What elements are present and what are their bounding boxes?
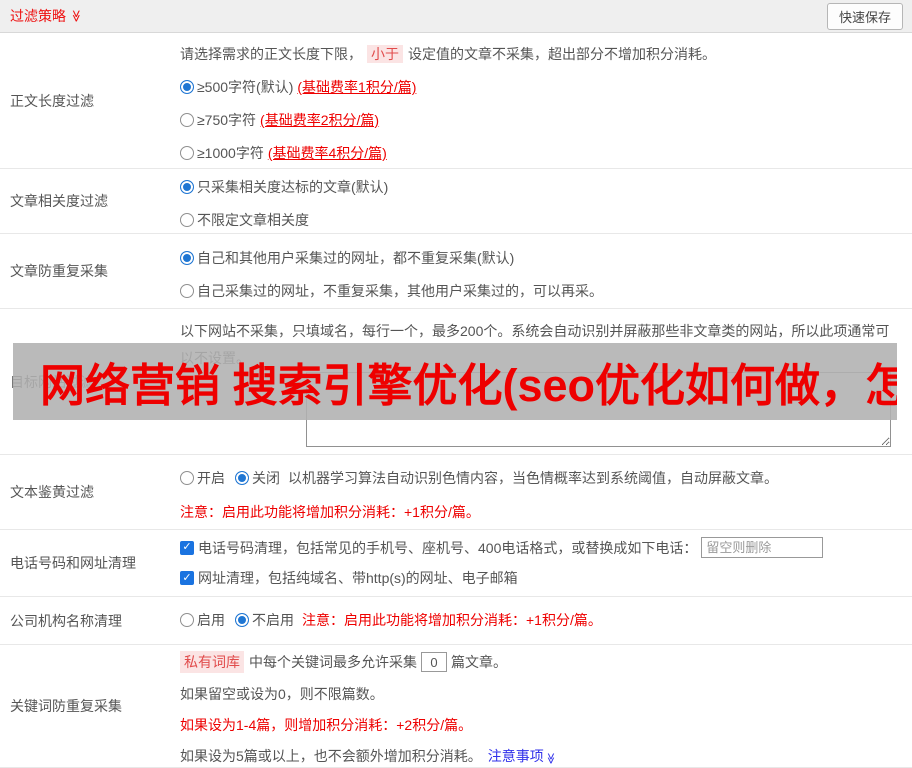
checkbox-phone-clean[interactable]: 电话号码清理，包括常见的手机号、座机号、400电话格式，或替换成如下电话： [180, 537, 902, 558]
radio-checked-icon[interactable] [180, 80, 194, 94]
row-keyword-dedup: 关键词防重复采集 私有词库 中每个关键词最多允许采集 篇文章。 如果留空或设为0… [0, 645, 912, 768]
radio-label: 关闭 [252, 470, 280, 486]
radio-unchecked-icon[interactable] [180, 284, 194, 298]
radio-checked-icon[interactable] [180, 251, 194, 265]
radio-checked-icon[interactable] [180, 180, 194, 194]
limit-text-before: 中每个关键词最多允许采集 [249, 654, 417, 670]
radio-label: 自己和其他用户采集过的网址，都不重复采集(默认) [197, 250, 515, 266]
row-porn-filter: 文本鉴黄过滤 开启 关闭 以机器学习算法自动识别色情内容，当色情概率达到系统阈值… [0, 455, 912, 530]
keyword-note-five: 如果设为5篇或以上，也不会额外增加积分消耗。 注意事项≫ [180, 746, 902, 766]
radio-option-porn-off[interactable]: 关闭 [235, 468, 280, 488]
radio-option-750[interactable]: ≥750字符 (基础费率2积分/篇) [180, 110, 902, 130]
radio-label: 只采集相关度达标的文章(默认) [197, 179, 389, 195]
row-relevance-filter: 文章相关度过滤 只采集相关度达标的文章(默认) 不限定文章相关度 [0, 169, 912, 234]
filter-strategy-page: 过滤策略 ≫ 快速保存 正文长度过滤 请选择需求的正文长度下限， 小于 设定值的文章… [0, 0, 912, 768]
keyword-note-zero: 如果留空或设为0，则不限篇数。 [180, 686, 384, 702]
radio-option-company-enable[interactable]: 启用 [180, 610, 225, 630]
limit-text-after: 篇文章。 [451, 654, 507, 670]
row-label: 文章相关度过滤 [10, 193, 108, 209]
row-label: 文本鉴黄过滤 [10, 484, 94, 500]
company-clean-options: 启用 不启用 注意：启用此功能将增加积分消耗：+1积分/篇。 [180, 610, 902, 630]
radio-unchecked-icon[interactable] [180, 213, 194, 227]
row-body-length-filter: 正文长度过滤 请选择需求的正文长度下限， 小于 设定值的文章不采集，超出部分不增加积… [0, 33, 912, 169]
private-lexicon-highlight: 私有词库 [180, 651, 244, 673]
rate-note: (基础费率1积分/篇) [297, 79, 417, 95]
radio-label: ≥1000字符 [197, 145, 264, 161]
radio-option-dedup-all[interactable]: 自己和其他用户采集过的网址，都不重复采集(默认) [180, 248, 902, 268]
intro-text-before: 请选择需求的正文长度下限， [180, 46, 362, 62]
row-label: 文章防重复采集 [10, 263, 108, 279]
radio-option-1000[interactable]: ≥1000字符 (基础费率4积分/篇) [180, 143, 902, 163]
chevron-double-down-icon: ≫ [544, 752, 557, 765]
porn-filter-description: 以机器学习算法自动识别色情内容，当色情概率达到系统阈值，自动屏蔽文章。 [288, 470, 778, 486]
notice-link[interactable]: 注意事项≫ [488, 748, 556, 764]
section-title-toggle[interactable]: 过滤策略 ≫ [10, 6, 83, 26]
row-company-clean: 公司机构名称清理 启用 不启用 注意：启用此功能将增加积分消耗：+1积分/篇。 [0, 597, 912, 645]
radio-label: 自己采集过的网址，不重复采集，其他用户采集过的，可以再采。 [197, 283, 603, 299]
radio-option-relevance-strict[interactable]: 只采集相关度达标的文章(默认) [180, 177, 902, 197]
radio-checked-icon[interactable] [235, 471, 249, 485]
watermark-overlay: 网络营销 搜索引擎优化(seo优化如何做，怎 [13, 343, 897, 420]
row-label: 公司机构名称清理 [10, 612, 122, 629]
rate-note: (基础费率4积分/篇) [267, 145, 387, 161]
radio-label: 启用 [197, 612, 225, 628]
radio-unchecked-icon[interactable] [180, 113, 194, 127]
row-phone-url-clean: 电话号码和网址清理 电话号码清理，包括常见的手机号、座机号、400电话格式，或替… [0, 530, 912, 597]
radio-option-porn-on[interactable]: 开启 [180, 468, 225, 488]
note-text: 如果设为5篇或以上，也不会额外增加积分消耗。 [180, 748, 482, 764]
radio-option-company-disable[interactable]: 不启用 [235, 610, 294, 630]
rate-note: (基础费率2积分/篇) [260, 112, 380, 128]
radio-label: ≥750字符 [197, 112, 257, 128]
radio-option-relevance-any[interactable]: 不限定文章相关度 [180, 210, 902, 230]
row-dedup-collect: 文章防重复采集 自己和其他用户采集过的网址，都不重复采集(默认) 自己采集过的网… [0, 234, 912, 309]
porn-filter-warning: 注意：启用此功能将增加积分消耗：+1积分/篇。 [180, 504, 480, 520]
checkbox-checked-icon[interactable] [180, 571, 194, 585]
row-label: 正文长度过滤 [10, 92, 94, 109]
chevron-double-down-icon: ≫ [69, 9, 84, 23]
keyword-note-cost: 如果设为1-4篇，则增加积分消耗：+2积分/篇。 [180, 717, 473, 733]
radio-unchecked-icon[interactable] [180, 471, 194, 485]
radio-label: 开启 [197, 470, 225, 486]
radio-checked-icon[interactable] [235, 613, 249, 627]
quick-save-button[interactable]: 快速保存 [826, 2, 903, 30]
radio-label: 不启用 [252, 612, 294, 628]
length-filter-intro: 请选择需求的正文长度下限， 小于 设定值的文章不采集，超出部分不增加积分消耗。 [180, 44, 902, 64]
row-label: 关键词防重复采集 [10, 698, 122, 714]
radio-label: 不限定文章相关度 [197, 212, 309, 228]
description-line1: 以下网站不采集，只填域名，每行一个，最多200个。系统会自动识别并屏蔽那些非文章… [180, 323, 890, 339]
radio-option-dedup-self[interactable]: 自己采集过的网址，不重复采集，其他用户采集过的，可以再采。 [180, 281, 902, 301]
checkbox-label: 电话号码清理，包括常见的手机号、座机号、400电话格式，或替换成如下电话： [198, 539, 698, 556]
watermark-text: 网络营销 搜索引擎优化(seo优化如何做，怎 [40, 360, 897, 411]
keyword-limit-line: 私有词库 中每个关键词最多允许采集 篇文章。 [180, 651, 902, 673]
keyword-limit-input[interactable] [421, 652, 447, 672]
radio-unchecked-icon[interactable] [180, 146, 194, 160]
company-clean-warning: 注意：启用此功能将增加积分消耗：+1积分/篇。 [302, 612, 602, 628]
checkbox-checked-icon[interactable] [180, 540, 194, 555]
checkbox-url-clean[interactable]: 网址清理，包括纯域名、带http(s)的网址、电子邮箱 [180, 568, 902, 588]
row-label: 电话号码和网址清理 [10, 555, 136, 571]
replacement-phone-input[interactable] [701, 537, 824, 558]
intro-text-after: 设定值的文章不采集，超出部分不增加积分消耗。 [408, 46, 716, 62]
radio-option-500[interactable]: ≥500字符(默认) (基础费率1积分/篇) [180, 77, 902, 97]
porn-filter-options: 开启 关闭 以机器学习算法自动识别色情内容，当色情概率达到系统阈值，自动屏蔽文章… [180, 468, 902, 488]
radio-label: ≥500字符(默认) [197, 79, 294, 95]
less-than-highlight: 小于 [367, 45, 403, 63]
page-title: 过滤策略 [10, 8, 66, 24]
checkbox-label: 网址清理，包括纯域名、带http(s)的网址、电子邮箱 [198, 570, 518, 586]
topbar: 过滤策略 ≫ 快速保存 [0, 0, 912, 33]
radio-unchecked-icon[interactable] [180, 613, 194, 627]
notice-link-label: 注意事项 [487, 748, 544, 764]
